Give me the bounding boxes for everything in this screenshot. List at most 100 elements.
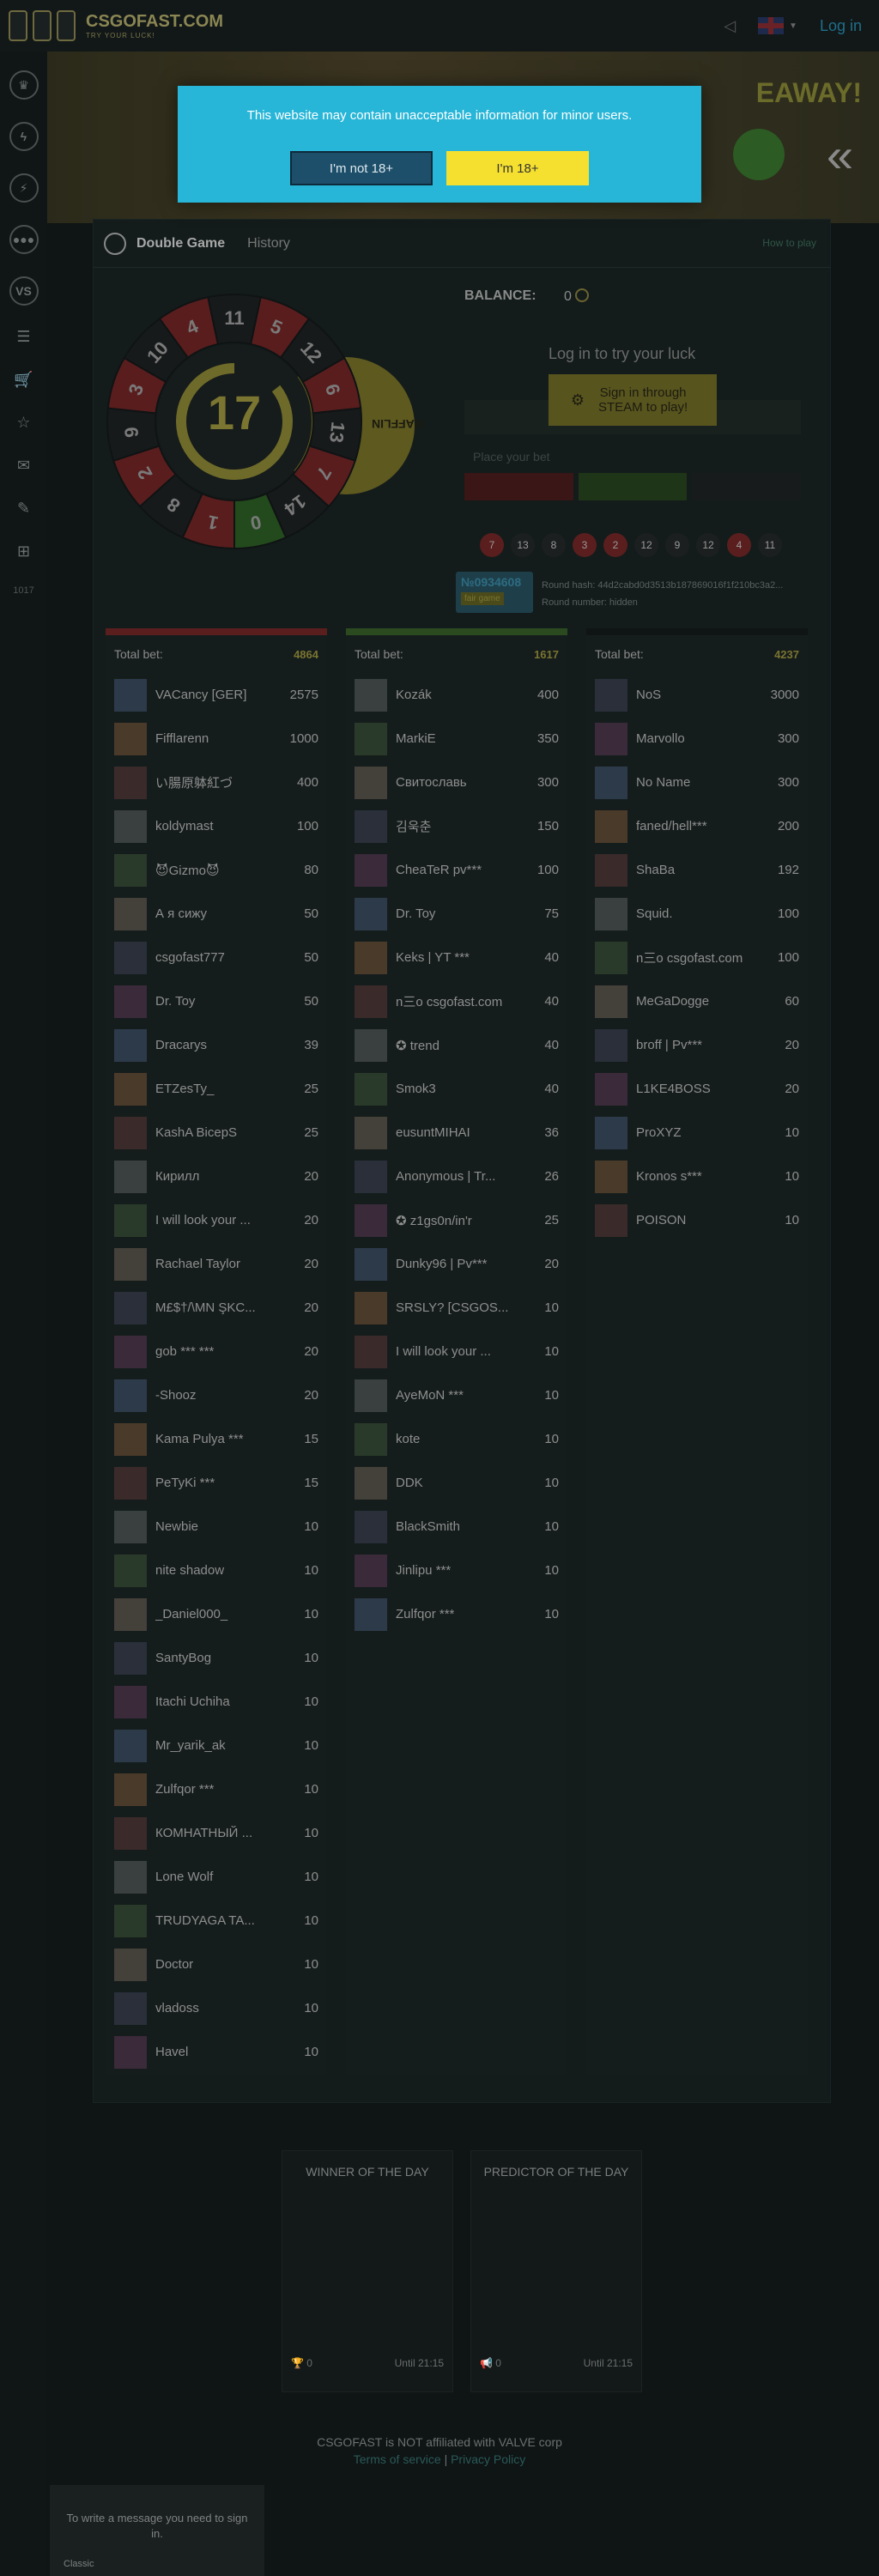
banner-green-button[interactable] xyxy=(733,129,785,180)
language-selector[interactable]: ▼ xyxy=(758,17,797,34)
avatar[interactable] xyxy=(595,1072,627,1106)
avatar[interactable] xyxy=(355,809,387,843)
avatar[interactable] xyxy=(355,722,387,755)
avatar[interactable] xyxy=(595,766,627,799)
avatar[interactable] xyxy=(114,1510,147,1543)
avatar[interactable] xyxy=(355,766,387,799)
avatar[interactable] xyxy=(355,678,387,712)
avatar[interactable] xyxy=(114,722,147,755)
avatar[interactable] xyxy=(355,1028,387,1062)
terms-link[interactable]: Terms of service xyxy=(354,2452,441,2466)
avatar[interactable] xyxy=(355,1072,387,1106)
avatar[interactable] xyxy=(355,1247,387,1281)
avatar[interactable] xyxy=(114,1291,147,1324)
avatar[interactable] xyxy=(114,1904,147,1937)
avatar[interactable] xyxy=(114,1247,147,1281)
avatar[interactable] xyxy=(114,678,147,712)
avatar[interactable] xyxy=(114,1991,147,2025)
versus-icon[interactable]: VS xyxy=(9,276,39,306)
banner-arrow-icon[interactable]: « xyxy=(827,127,853,183)
avatar[interactable] xyxy=(114,1116,147,1149)
cart-icon[interactable]: 🛒 xyxy=(13,371,35,393)
how-to-play-link[interactable]: How to play xyxy=(762,237,816,249)
privacy-link[interactable]: Privacy Policy xyxy=(451,2452,525,2466)
avatar[interactable] xyxy=(355,897,387,930)
avatar[interactable] xyxy=(114,1729,147,1762)
avatar[interactable] xyxy=(114,1641,147,1675)
avatar[interactable] xyxy=(355,941,387,974)
triple-dot-icon[interactable]: ●●● xyxy=(9,225,39,254)
avatar[interactable] xyxy=(355,1510,387,1543)
avatar[interactable] xyxy=(114,1379,147,1412)
bet-amount: 75 xyxy=(544,906,559,921)
avatar[interactable] xyxy=(114,1466,147,1500)
avatar[interactable] xyxy=(114,1685,147,1718)
avatar[interactable] xyxy=(355,1597,387,1631)
chat-room-selector[interactable]: Classic xyxy=(64,2559,94,2569)
avatar[interactable] xyxy=(114,1554,147,1587)
slash-lightning-icon[interactable]: ⚡ xyxy=(9,173,39,203)
avatar[interactable] xyxy=(114,897,147,930)
bet-amount: 10 xyxy=(304,1607,318,1621)
avatar[interactable] xyxy=(114,1597,147,1631)
avatar[interactable] xyxy=(355,985,387,1018)
avatar[interactable] xyxy=(114,1422,147,1456)
avatar[interactable] xyxy=(595,853,627,887)
logo[interactable]: CSGOFAST.COM TRY YOUR LUCK! xyxy=(9,10,223,41)
avatar[interactable] xyxy=(355,1379,387,1412)
avatar[interactable] xyxy=(595,809,627,843)
bet-red-button[interactable] xyxy=(464,473,573,500)
avatar[interactable] xyxy=(114,1028,147,1062)
avatar[interactable] xyxy=(114,1816,147,1850)
steam-login-button[interactable]: ⚙ Sign in through STEAM to play! xyxy=(549,374,717,426)
avatar[interactable] xyxy=(114,941,147,974)
avatar[interactable] xyxy=(595,941,627,974)
avatar[interactable] xyxy=(114,1072,147,1106)
tab-double-game[interactable]: Double Game xyxy=(136,236,225,252)
avatar[interactable] xyxy=(114,766,147,799)
is-18-button[interactable]: I'm 18+ xyxy=(446,151,589,185)
avatar[interactable] xyxy=(595,722,627,755)
fair-game-badge[interactable]: fair game xyxy=(461,592,504,605)
avatar[interactable] xyxy=(114,1948,147,1981)
avatar[interactable] xyxy=(595,678,627,712)
player-name: ETZesTy_ xyxy=(155,1082,215,1096)
avatar[interactable] xyxy=(114,853,147,887)
wrench-icon[interactable]: ✎ xyxy=(13,500,35,522)
bet-black-button[interactable] xyxy=(692,473,802,500)
avatar[interactable] xyxy=(114,1203,147,1237)
not-18-button[interactable]: I'm not 18+ xyxy=(290,151,433,185)
avatar[interactable] xyxy=(114,985,147,1018)
avatar[interactable] xyxy=(355,1466,387,1500)
bet-green-button[interactable] xyxy=(578,473,688,500)
lightning-icon[interactable]: ϟ xyxy=(9,122,39,151)
avatar[interactable] xyxy=(355,1116,387,1149)
sound-icon[interactable]: ◁ xyxy=(724,17,736,35)
avatar[interactable] xyxy=(355,1291,387,1324)
avatar[interactable] xyxy=(355,1160,387,1193)
gift-icon[interactable]: ⊞ xyxy=(13,542,35,565)
avatar[interactable] xyxy=(595,1116,627,1149)
tab-history[interactable]: History xyxy=(247,236,290,252)
avatar[interactable] xyxy=(114,1335,147,1368)
avatar[interactable] xyxy=(595,1203,627,1237)
avatar[interactable] xyxy=(355,1335,387,1368)
avatar[interactable] xyxy=(355,1203,387,1237)
avatar[interactable] xyxy=(595,1028,627,1062)
avatar[interactable] xyxy=(595,1160,627,1193)
avatar[interactable] xyxy=(114,1160,147,1193)
avatar[interactable] xyxy=(595,985,627,1018)
avatar[interactable] xyxy=(114,1773,147,1806)
avatar[interactable] xyxy=(114,809,147,843)
avatar[interactable] xyxy=(355,1554,387,1587)
crown-icon[interactable]: ♛ xyxy=(9,70,39,100)
avatar[interactable] xyxy=(595,897,627,930)
avatar[interactable] xyxy=(114,2035,147,2069)
coins-icon[interactable]: ☰ xyxy=(13,328,35,350)
chat-icon[interactable]: ✉ xyxy=(13,457,35,479)
avatar[interactable] xyxy=(355,853,387,887)
avatar[interactable] xyxy=(355,1422,387,1456)
avatar[interactable] xyxy=(114,1860,147,1894)
star-icon[interactable]: ☆ xyxy=(13,414,35,436)
login-link[interactable]: Log in xyxy=(820,17,862,35)
